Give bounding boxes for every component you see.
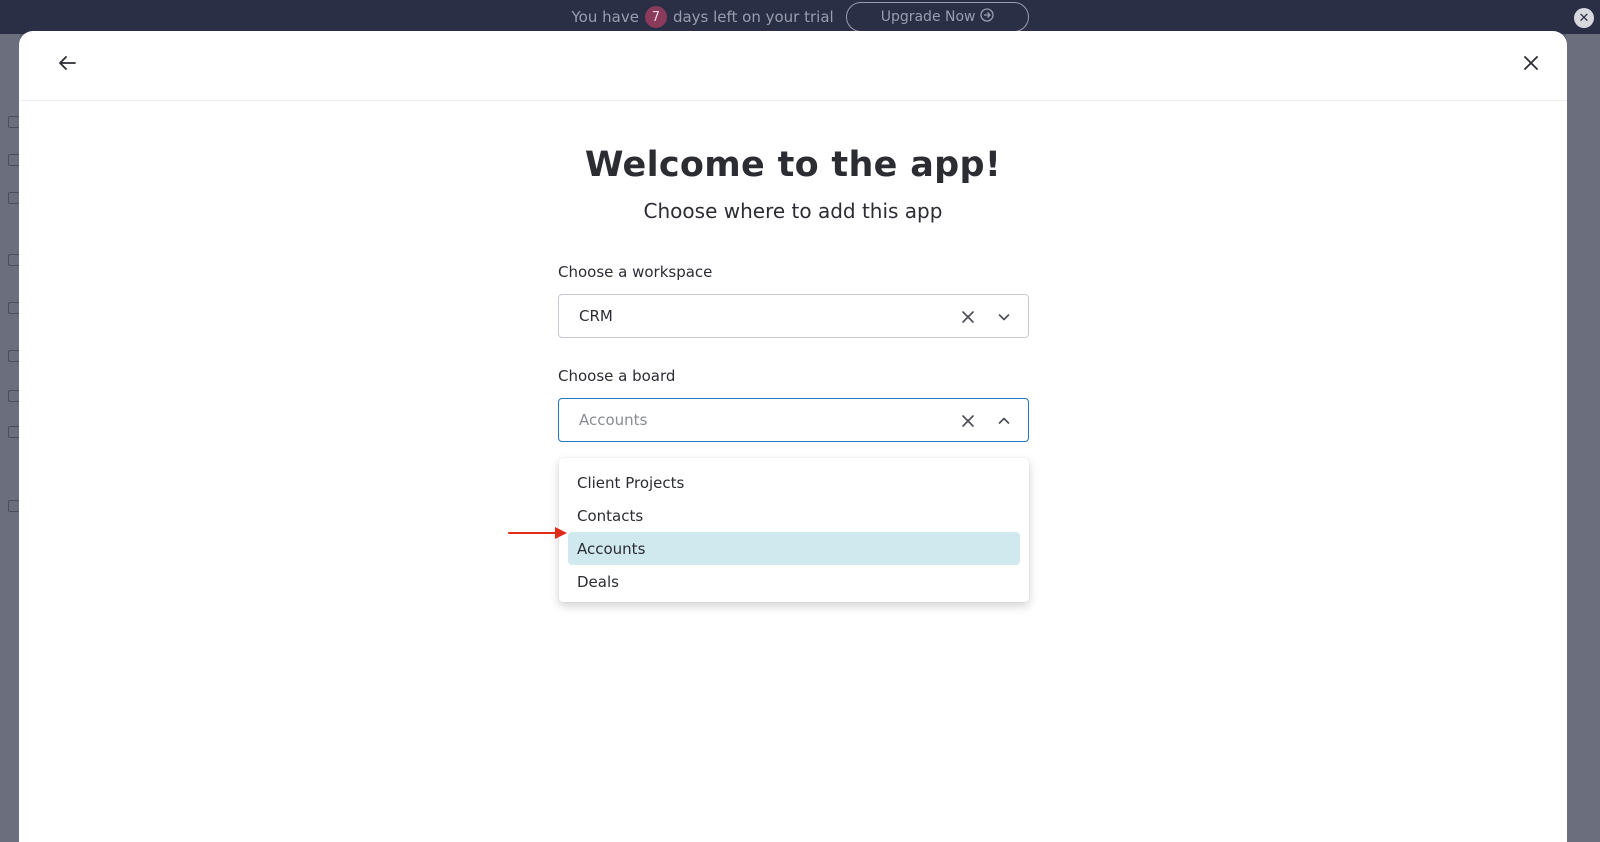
days-left-badge: 7 bbox=[644, 6, 667, 28]
arrow-left-icon bbox=[56, 52, 78, 78]
chevron-down-icon[interactable] bbox=[994, 307, 1014, 327]
workspace-select[interactable]: CRM bbox=[558, 294, 1029, 338]
clear-x-icon[interactable] bbox=[958, 411, 978, 431]
board-dropdown-menu: Client Projects Contacts Accounts Deals bbox=[559, 458, 1029, 602]
upgrade-now-button[interactable]: Upgrade Now bbox=[845, 2, 1029, 32]
board-option-accounts[interactable]: Accounts bbox=[568, 532, 1020, 565]
trial-banner: You have 7 days left on your trial Upgra… bbox=[0, 0, 1600, 34]
modal-title: Welcome to the app! bbox=[584, 145, 1002, 185]
board-label: Choose a board bbox=[558, 367, 676, 385]
modal-subtitle: Choose where to add this app bbox=[643, 199, 943, 223]
board-search-input[interactable]: Accounts bbox=[579, 411, 647, 429]
background-sidebar bbox=[0, 34, 20, 842]
modal-header bbox=[19, 31, 1567, 101]
workspace-label: Choose a workspace bbox=[558, 263, 713, 281]
upgrade-now-label: Upgrade Now bbox=[880, 9, 976, 25]
close-icon: ✕ bbox=[1578, 10, 1590, 26]
background-right-panel bbox=[1566, 34, 1600, 842]
board-option-client-projects[interactable]: Client Projects bbox=[568, 466, 1020, 499]
clear-x-icon[interactable] bbox=[958, 307, 978, 327]
modal-close-button[interactable] bbox=[1517, 51, 1545, 79]
back-button[interactable] bbox=[53, 51, 81, 79]
add-app-modal: Welcome to the app! Choose where to add … bbox=[19, 31, 1567, 842]
close-icon bbox=[1521, 53, 1541, 77]
circle-arrow-right-icon bbox=[979, 8, 994, 26]
trial-suffix: days left on your trial bbox=[672, 8, 834, 26]
workspace-value: CRM bbox=[579, 307, 613, 325]
annotation-arrow-icon bbox=[508, 527, 567, 539]
board-option-contacts[interactable]: Contacts bbox=[568, 499, 1020, 532]
trial-prefix: You have bbox=[571, 8, 639, 26]
chevron-up-icon[interactable] bbox=[994, 411, 1014, 431]
board-option-deals[interactable]: Deals bbox=[568, 565, 1020, 598]
board-select[interactable]: Accounts bbox=[558, 398, 1029, 442]
trial-text: You have 7 days left on your trial bbox=[572, 6, 834, 28]
banner-close-button[interactable]: ✕ bbox=[1574, 8, 1594, 28]
